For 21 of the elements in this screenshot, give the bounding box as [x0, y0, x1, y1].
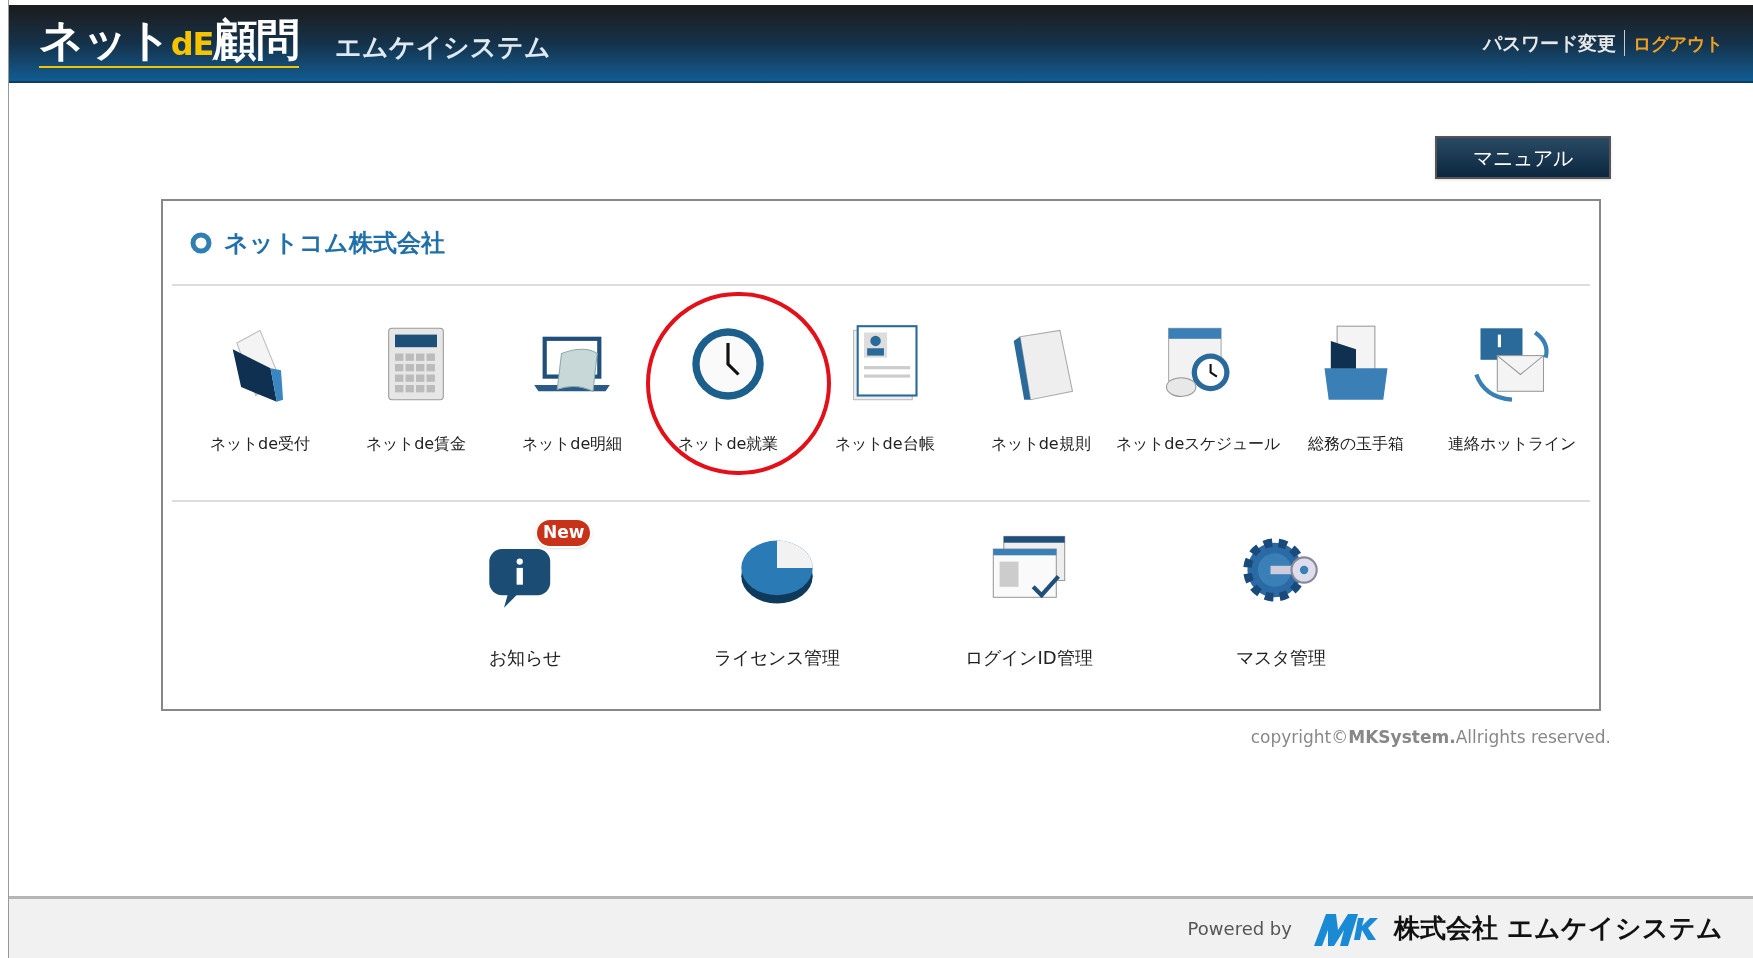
company-name: エムケイシステム — [335, 30, 552, 64]
new-badge: New — [535, 518, 593, 548]
app-menu-item[interactable]: ネットde明細 — [494, 286, 651, 500]
logout-link[interactable]: ログアウト — [1633, 29, 1723, 57]
powered-by-text: Powered by — [1187, 917, 1292, 941]
app-menu-item[interactable]: ネットdeスケジュール — [1118, 286, 1278, 500]
admin-menu-item[interactable]: ライセンス管理 — [651, 522, 903, 671]
copyright-text: copyright©MKSystem.Allrights reserved. — [1250, 726, 1611, 749]
password-change-link[interactable]: パスワード変更 — [1483, 28, 1616, 58]
admin-menu-item[interactable]: ログインID管理 — [903, 522, 1155, 671]
app-menu-item[interactable]: ネットde受付 — [182, 286, 339, 500]
app-menu-item[interactable]: ネットde就業 — [650, 286, 807, 500]
company-title: ネットコム株式会社 — [224, 227, 445, 259]
app-logo: ネット dE顧問 — [39, 18, 300, 68]
manual-button[interactable]: マニュアル — [1435, 136, 1611, 179]
admin-menu-item[interactable]: マスタ管理 — [1155, 522, 1407, 671]
app-menu-item[interactable]: 連絡ホットライン — [1433, 286, 1590, 500]
company-name: 株式会社 エムケイシステム — [1393, 912, 1723, 945]
app-menu-item[interactable]: ネットde賃金 — [338, 286, 495, 500]
bullet-icon — [190, 231, 212, 254]
app-menu-item[interactable]: ネットde台帳 — [806, 286, 963, 500]
